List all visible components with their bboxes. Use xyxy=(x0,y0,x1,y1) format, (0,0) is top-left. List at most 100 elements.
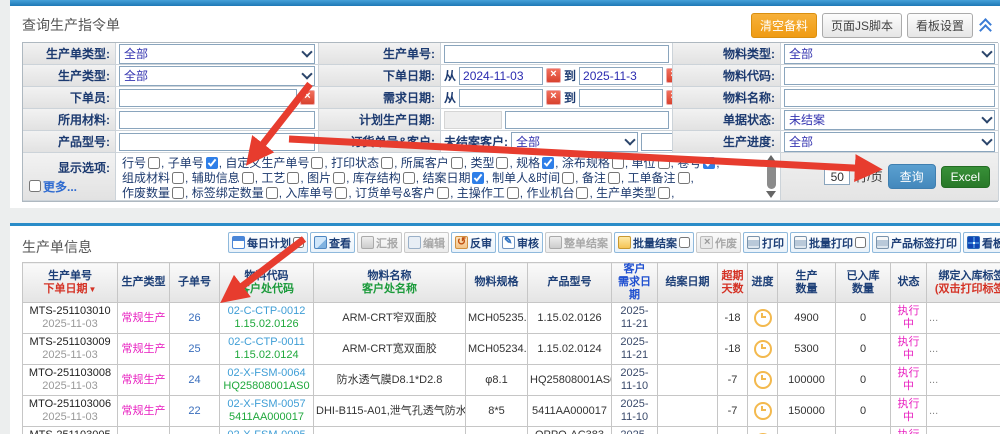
product-model-input[interactable] xyxy=(119,133,315,151)
query-button[interactable]: 查询 xyxy=(888,164,936,189)
display-option-checkbox[interactable] xyxy=(608,172,620,184)
more-options-link[interactable]: 更多... xyxy=(43,178,77,195)
display-option-checkbox[interactable] xyxy=(287,172,299,184)
progress-cell[interactable] xyxy=(748,334,778,365)
daily-plan-button[interactable]: 每日计划 xyxy=(228,232,308,253)
audit-button[interactable]: 审核 xyxy=(498,232,543,253)
page-js-script-button[interactable]: 页面JS脚本 xyxy=(822,13,902,38)
clear-material-button[interactable]: 清空备料 xyxy=(751,13,817,38)
need-date-from-input[interactable] xyxy=(459,89,543,107)
display-option-checkbox[interactable] xyxy=(311,157,323,169)
progress-cell[interactable] xyxy=(748,303,778,334)
material-name-input[interactable] xyxy=(784,89,995,107)
sub-order-no-cell[interactable]: 21 xyxy=(170,427,220,434)
sub-order-no-cell[interactable]: 26 xyxy=(170,303,220,334)
sub-order-no-cell[interactable]: 22 xyxy=(170,396,220,427)
board-maintain-button[interactable]: 看板维护 xyxy=(963,232,1000,253)
column-header-12[interactable]: 已入库数量 xyxy=(836,263,891,303)
display-option-checkbox[interactable] xyxy=(403,172,415,184)
excel-export-button[interactable]: Excel xyxy=(941,166,990,188)
column-header-5[interactable]: 物料规格 xyxy=(466,263,528,303)
display-option-checkbox[interactable] xyxy=(381,157,393,169)
options-scrollbar[interactable] xyxy=(764,155,778,198)
scroll-up-icon[interactable] xyxy=(766,155,776,162)
product-label-print-button[interactable]: 产品标签打印 xyxy=(872,232,961,253)
clock-progress-icon[interactable] xyxy=(754,340,772,358)
sub-order-no-cell[interactable]: 25 xyxy=(170,334,220,365)
table-row[interactable]: MTS-2511030052025-11-03常规生产2102-X-FSM-00… xyxy=(23,427,1000,434)
need-date-to-input[interactable] xyxy=(579,89,663,107)
column-header-6[interactable]: 产品型号 xyxy=(528,263,612,303)
clock-progress-icon[interactable] xyxy=(754,309,772,327)
reverse-audit-button[interactable]: 反审 xyxy=(451,232,496,253)
progress-cell[interactable] xyxy=(748,396,778,427)
display-option-checkbox[interactable] xyxy=(658,157,670,169)
scroll-down-icon[interactable] xyxy=(766,191,776,198)
table-row[interactable]: MTS-2511030092025-11-03常规生产2502-C-CTP-00… xyxy=(23,334,1000,365)
print-button[interactable]: 打印 xyxy=(743,232,788,253)
display-option-checkbox[interactable] xyxy=(172,187,184,199)
column-header-9[interactable]: 超期天数 xyxy=(718,263,748,303)
batch-print-button[interactable]: 批量打印 xyxy=(790,232,870,253)
collapse-panel-icon[interactable] xyxy=(978,18,992,34)
display-option-checkbox[interactable] xyxy=(612,157,624,169)
order-date-to-input[interactable] xyxy=(579,67,663,85)
bind-label-cell[interactable]: ... xyxy=(927,303,1000,334)
display-option-checkbox[interactable] xyxy=(451,157,463,169)
bind-label-cell[interactable]: ... xyxy=(927,396,1000,427)
order-customer-input[interactable] xyxy=(641,133,673,151)
clear-date-icon[interactable] xyxy=(666,90,673,105)
display-option-checkbox[interactable] xyxy=(437,187,449,199)
progress-select[interactable]: 全部 xyxy=(784,132,995,152)
progress-cell[interactable] xyxy=(748,365,778,396)
display-option-checkbox[interactable] xyxy=(562,172,574,184)
batch-close-checkbox[interactable] xyxy=(679,237,690,248)
display-option-checkbox[interactable] xyxy=(496,157,508,169)
bind-label-cell[interactable]: ... xyxy=(927,365,1000,396)
plan-date-input[interactable] xyxy=(505,111,669,129)
progress-cell[interactable] xyxy=(748,427,778,434)
scroll-thumb[interactable] xyxy=(767,164,776,189)
board-settings-button[interactable]: 看板设置 xyxy=(907,13,973,38)
column-header-0[interactable]: 生产单号下单日期▼ xyxy=(23,263,118,303)
column-header-11[interactable]: 生产数量 xyxy=(778,263,836,303)
orderer-input[interactable] xyxy=(119,89,297,107)
display-option-checkbox[interactable] xyxy=(472,172,484,184)
order-no-input[interactable] xyxy=(444,45,669,63)
batch-print-checkbox[interactable] xyxy=(855,237,866,248)
display-option-checkbox[interactable] xyxy=(335,187,347,199)
table-row[interactable]: MTO-2511030062025-11-03常规生产2202-X-FSM-00… xyxy=(23,396,1000,427)
display-option-checkbox[interactable] xyxy=(333,172,345,184)
display-option-checkbox[interactable] xyxy=(148,157,160,169)
display-option-checkbox[interactable] xyxy=(172,172,184,184)
material-code-input[interactable] xyxy=(784,67,995,85)
order-type-select[interactable]: 全部 xyxy=(119,44,315,64)
column-header-1[interactable]: 生产类型 xyxy=(118,263,170,303)
used-material-input[interactable] xyxy=(119,111,315,129)
column-header-7[interactable]: 客户需求日期 xyxy=(612,263,658,303)
clock-progress-icon[interactable] xyxy=(754,402,772,420)
open-customer-select[interactable]: 全部 xyxy=(511,132,638,152)
clock-progress-icon[interactable] xyxy=(754,371,772,389)
display-option-checkbox[interactable] xyxy=(576,187,588,199)
column-header-14[interactable]: 绑定入库标签(双击打印标签) xyxy=(927,263,1000,303)
batch-close-button[interactable]: 批量结案 xyxy=(614,232,694,253)
bind-label-cell[interactable]: ... xyxy=(927,427,1000,434)
display-option-checkbox[interactable] xyxy=(206,157,218,169)
sub-order-no-cell[interactable]: 24 xyxy=(170,365,220,396)
display-option-checkbox[interactable] xyxy=(678,172,690,184)
table-row[interactable]: MTO-2511030082025-11-03常规生产2402-X-FSM-00… xyxy=(23,365,1000,396)
daily-plan-checkbox[interactable] xyxy=(293,237,304,248)
column-header-13[interactable]: 状态 xyxy=(891,263,927,303)
order-date-from-input[interactable] xyxy=(459,67,543,85)
display-option-checkbox[interactable] xyxy=(658,187,670,199)
prod-type-select[interactable]: 全部 xyxy=(119,66,315,86)
column-header-8[interactable]: 结案日期 xyxy=(658,263,718,303)
clear-date-icon[interactable] xyxy=(546,68,561,83)
clear-field-icon[interactable] xyxy=(300,90,315,105)
bind-label-cell[interactable]: ... xyxy=(927,334,1000,365)
display-option-checkbox[interactable] xyxy=(266,187,278,199)
page-size-input[interactable] xyxy=(824,168,850,185)
column-header-10[interactable]: 进度 xyxy=(748,263,778,303)
doc-status-select[interactable]: 未结案 xyxy=(784,110,995,130)
